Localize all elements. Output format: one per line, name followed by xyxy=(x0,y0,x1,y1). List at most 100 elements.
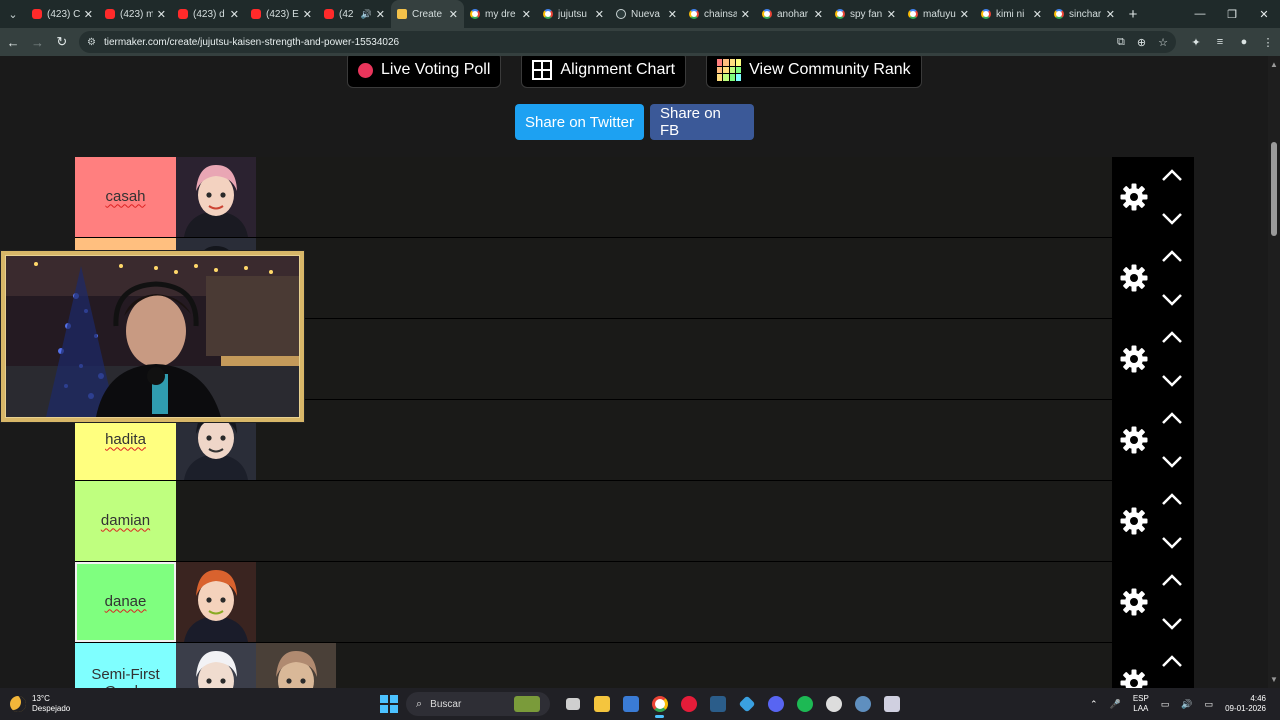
taskbar-search[interactable]: ⌕ Buscar xyxy=(406,692,550,716)
vscode-icon[interactable] xyxy=(703,688,732,720)
move-up-icon[interactable] xyxy=(1160,167,1184,183)
move-up-icon[interactable] xyxy=(1160,329,1184,345)
site-info-icon[interactable]: ⚙ xyxy=(87,37,96,48)
settings-gear-icon[interactable] xyxy=(1116,263,1152,293)
move-up-icon[interactable] xyxy=(1160,572,1184,588)
move-down-icon[interactable] xyxy=(1160,211,1184,227)
move-down-icon[interactable] xyxy=(1160,616,1184,632)
move-down-icon[interactable] xyxy=(1160,292,1184,308)
network-icon[interactable]: ▭ xyxy=(1161,699,1170,710)
browser-tab[interactable]: spy fan ✕ xyxy=(829,0,902,28)
close-window-icon[interactable]: ✕ xyxy=(1248,0,1280,28)
tier-drop-zone[interactable] xyxy=(176,319,1113,399)
close-tab-icon[interactable]: ✕ xyxy=(1106,8,1115,21)
browser-tab[interactable]: (423) El ✕ xyxy=(245,0,318,28)
move-down-icon[interactable] xyxy=(1160,373,1184,389)
minimize-icon[interactable]: — xyxy=(1184,0,1216,28)
live-voting-button[interactable]: Live Voting Poll xyxy=(347,56,502,88)
close-tab-icon[interactable]: ✕ xyxy=(595,8,604,21)
close-tab-icon[interactable]: ✕ xyxy=(887,8,896,21)
clock[interactable]: 4:46 09-01-2026 xyxy=(1225,694,1266,715)
browser-tab[interactable]: kimi ni ✕ xyxy=(975,0,1048,28)
settings-gear-icon[interactable] xyxy=(1116,668,1152,688)
volume-icon[interactable]: 🔊 xyxy=(1181,699,1192,710)
tier-drop-zone[interactable] xyxy=(176,481,1113,561)
close-tab-icon[interactable]: ✕ xyxy=(522,8,531,21)
browser-tab[interactable]: anohar ✕ xyxy=(756,0,829,28)
browser-tab[interactable]: chainsa ✕ xyxy=(683,0,756,28)
obs-icon[interactable] xyxy=(819,688,848,720)
windows-start-icon[interactable] xyxy=(380,695,398,713)
store-icon[interactable] xyxy=(616,688,645,720)
browser-tab[interactable]: Create ✕ xyxy=(391,0,464,28)
browser-tab[interactable]: (423) d ✕ xyxy=(172,0,245,28)
tier-drop-zone[interactable] xyxy=(176,238,1113,318)
media-controls-icon[interactable]: ≡ xyxy=(1208,36,1232,49)
browser-tab[interactable]: sinchar ✕ xyxy=(1048,0,1121,28)
scroll-thumb[interactable] xyxy=(1271,142,1277,236)
browser-tab[interactable]: (423) m ✕ xyxy=(99,0,172,28)
move-up-icon[interactable] xyxy=(1160,410,1184,426)
character-card-nobara-kugisaki[interactable] xyxy=(176,562,256,642)
file-explorer-icon[interactable] xyxy=(587,688,616,720)
settings-gear-icon[interactable] xyxy=(1116,344,1152,374)
close-tab-icon[interactable]: ✕ xyxy=(741,8,750,21)
close-tab-icon[interactable]: ✕ xyxy=(449,8,458,21)
tier-drop-zone[interactable] xyxy=(176,562,1113,642)
address-bar[interactable]: ⚙ tiermaker.com/create/jujutsu-kaisen-st… xyxy=(78,31,1176,53)
close-tab-icon[interactable]: ✕ xyxy=(376,8,385,21)
close-tab-icon[interactable]: ✕ xyxy=(303,8,312,21)
forward-icon[interactable]: → xyxy=(26,30,48,54)
close-tab-icon[interactable]: ✕ xyxy=(814,8,823,21)
character-card-yuji-itadori-sukuna-marks[interactable] xyxy=(256,643,336,688)
alignment-chart-button[interactable]: Alignment Chart xyxy=(521,56,687,88)
community-rank-button[interactable]: View Community Rank xyxy=(706,56,922,88)
close-tab-icon[interactable]: ✕ xyxy=(157,8,166,21)
tier-label[interactable]: damian xyxy=(75,481,176,561)
close-tab-icon[interactable]: ✕ xyxy=(1033,8,1042,21)
app-diamond-icon[interactable] xyxy=(732,688,761,720)
extensions-icon[interactable]: ✦ xyxy=(1184,36,1208,49)
move-up-icon[interactable] xyxy=(1160,491,1184,507)
character-card-satoru-gojo[interactable] xyxy=(176,643,256,688)
microphone-icon[interactable]: 🎤 xyxy=(1110,699,1121,710)
task-view-icon[interactable] xyxy=(558,688,587,720)
browser-tab[interactable]: (42 🔊 ✕ xyxy=(318,0,391,28)
reload-icon[interactable]: ↻ xyxy=(51,30,73,54)
browser-tab[interactable]: (423) C ✕ xyxy=(26,0,99,28)
menu-icon[interactable]: ⋮ xyxy=(1256,36,1280,49)
profile-avatar[interactable]: ● xyxy=(1232,36,1256,49)
move-up-icon[interactable] xyxy=(1160,653,1184,669)
move-down-icon[interactable] xyxy=(1160,454,1184,470)
browser-tab[interactable]: my dre ✕ xyxy=(464,0,537,28)
move-down-icon[interactable] xyxy=(1160,535,1184,551)
move-up-icon[interactable] xyxy=(1160,248,1184,264)
new-tab-button[interactable]: + xyxy=(1121,6,1145,23)
scroll-down-icon[interactable]: ▼ xyxy=(1270,675,1278,684)
audio-playing-icon[interactable]: 🔊 xyxy=(361,9,372,20)
settings-gear-icon[interactable] xyxy=(1116,587,1152,617)
page-scrollbar[interactable]: ▲ ▼ xyxy=(1268,56,1280,688)
zoom-icon[interactable]: ⊕ xyxy=(1137,36,1146,49)
settings-gear-icon[interactable] xyxy=(1116,506,1152,536)
weather-widget[interactable]: 13°C Despejado xyxy=(10,694,70,713)
tier-label[interactable]: casah xyxy=(75,157,176,237)
close-tab-icon[interactable]: ✕ xyxy=(84,8,93,21)
close-tab-icon[interactable]: ✕ xyxy=(230,8,239,21)
tier-label[interactable]: Semi-First Grade xyxy=(75,643,176,688)
battery-icon[interactable]: ▭ xyxy=(1205,699,1214,710)
spotify-icon[interactable] xyxy=(790,688,819,720)
settings-gear-icon[interactable] xyxy=(1116,182,1152,212)
close-tab-icon[interactable]: ✕ xyxy=(668,8,677,21)
app-grid-icon[interactable] xyxy=(877,688,906,720)
scroll-up-icon[interactable]: ▲ xyxy=(1270,60,1278,69)
maximize-icon[interactable]: ❐ xyxy=(1216,0,1248,28)
tray-overflow-icon[interactable]: ⌃ xyxy=(1090,699,1098,710)
tier-drop-zone[interactable] xyxy=(176,643,1113,688)
browser-tab[interactable]: Nueva ✕ xyxy=(610,0,683,28)
character-card-yuji-itadori[interactable] xyxy=(176,157,256,237)
chrome-icon[interactable] xyxy=(645,688,674,720)
share-facebook-button[interactable]: Share on FB xyxy=(650,104,754,140)
tier-label[interactable]: danae xyxy=(75,562,176,642)
tier-drop-zone[interactable] xyxy=(176,157,1113,237)
